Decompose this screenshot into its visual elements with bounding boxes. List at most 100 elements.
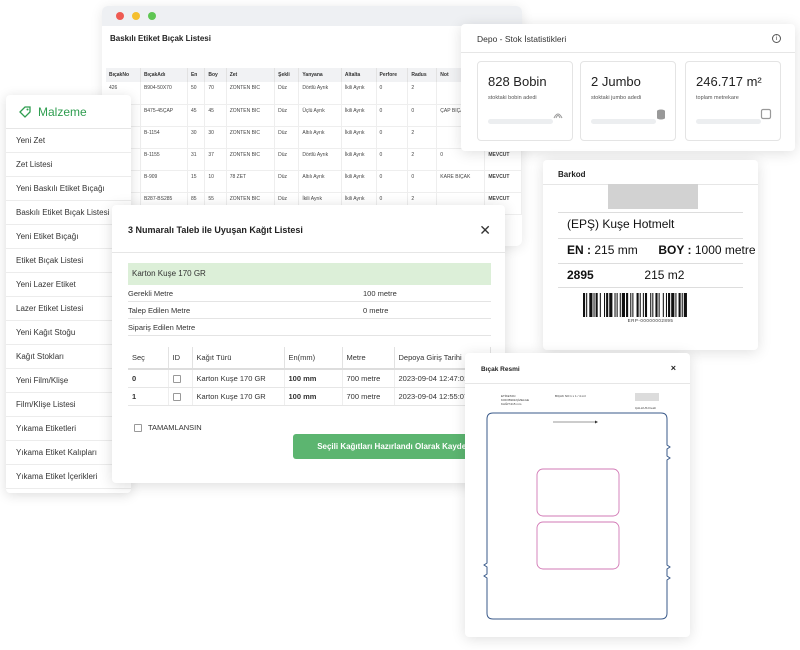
row-checkbox[interactable] — [172, 375, 181, 384]
table-cell: B-1154 — [140, 126, 188, 149]
close-dot-icon[interactable] — [116, 12, 124, 20]
paper-list-modal: 3 Numaralı Taleb ile Uyuşan Kağıt Listes… — [112, 205, 505, 483]
row-checkbox[interactable] — [172, 393, 181, 402]
table-cell: 2 — [407, 82, 438, 105]
row-paper-type: Karton Kuşe 170 GR — [192, 369, 285, 389]
table-row[interactable]: B-909 15 10 78 ZET Düz Altılı Ayrık İkili Ayrı… — [106, 170, 522, 193]
paper-table: Seç ID Kağıt Türü En(mm) Metre Depoya Gi… — [128, 347, 491, 407]
table-cell: ZONTEN BIC — [226, 104, 276, 127]
knife-header-mid: BIÇAK NO:1 x 1 / 4 mil — [555, 394, 586, 398]
table-row[interactable]: 426 B904-50X70 50 70 ZONTEN BIC Düz Dörtlü Ayr… — [106, 82, 522, 105]
table-cell: Düz — [274, 126, 300, 149]
table-cell: 0 — [376, 104, 409, 127]
info-row: Sipariş Edilen Metre — [128, 319, 491, 336]
table-row[interactable]: B-1155 31 37 ZONTEN BIC Düz Dörtlü Ayrık İkili… — [106, 148, 522, 171]
table-row[interactable]: 1 Karton Kuşe 170 GR 100 mm 700 metre 20… — [128, 387, 491, 407]
table-row[interactable]: 0 Karton Kuşe 170 GR 100 mm 700 metre 20… — [128, 369, 491, 389]
square-icon — [760, 108, 772, 120]
minimize-dot-icon[interactable] — [132, 12, 140, 20]
col-header[interactable]: BıçakAdı — [140, 68, 188, 82]
col-header: ID — [168, 347, 193, 370]
info-icon[interactable]: i — [772, 34, 781, 43]
boy-label: BOY : — [658, 243, 692, 257]
table-cell: ZONTEN BIC — [226, 148, 276, 171]
code-line: 2895 215 m2 — [567, 268, 684, 282]
table-cell: 2 — [407, 148, 438, 171]
table-cell: 0 — [376, 82, 409, 105]
row-width: 100 mm — [284, 387, 343, 407]
table-cell: 2 — [407, 126, 438, 149]
stat-bar — [488, 119, 553, 124]
knife-header-left-3: KAĞIT:215 mm — [501, 401, 522, 406]
table-cell: MEVCUT — [484, 148, 522, 171]
table-cell: Üçlü Ayrık — [298, 104, 342, 127]
table-cell: 0 — [407, 104, 438, 127]
col-header[interactable]: Altalta — [341, 68, 377, 82]
table-cell: 30 — [187, 126, 206, 149]
tamamlansin-checkbox[interactable] — [134, 423, 142, 432]
table-cell: ZONTEN BIC — [226, 82, 276, 105]
knife-image-card: Bıçak Resmi × ETİKETAN KOD:B901/ÇİZELGE … — [465, 353, 690, 637]
table-cell: Düz — [274, 82, 300, 105]
knife-title: Bıçak Resmi — [481, 366, 520, 373]
table-cell: Dörtlü Ayrık — [298, 82, 342, 105]
page-title: Baskılı Etiket Bıçak Listesi — [110, 34, 211, 43]
table-cell: 0 — [436, 148, 486, 171]
info-value: 0 metre — [363, 306, 389, 315]
product-name: (EPŞ) Kuşe Hotmelt — [567, 217, 675, 231]
code-value: 2895 — [567, 268, 594, 282]
table-cell: 0 — [376, 170, 409, 193]
table-cell: 45 — [204, 104, 227, 127]
depo-stats-card: Depo - Stok İstatistikleri i 828 Bobin s… — [461, 24, 795, 151]
close-icon[interactable]: × — [671, 363, 676, 373]
col-header[interactable]: En — [187, 68, 206, 82]
col-header: En(mm) — [284, 347, 343, 370]
table-row[interactable]: B475-45ÇAP 45 45 ZONTEN BIC Düz Üçlü Ayrık İki… — [106, 104, 522, 127]
col-header[interactable]: Radus — [407, 68, 438, 82]
stat-value: 246.717 m² — [696, 74, 762, 89]
table-row[interactable]: B-1154 30 30 ZONTEN BIC Düz Altılı Ayrık İkili… — [106, 126, 522, 149]
maximize-dot-icon[interactable] — [148, 12, 156, 20]
sidebar-item[interactable]: Zet Listesi — [6, 153, 131, 177]
table-cell: 0 — [376, 126, 409, 149]
stat-label: stoktaki bobin adedi — [488, 95, 537, 101]
save-selected-button[interactable]: Seçili Kağıtları Hazırlandı Olarak Kayde… — [293, 434, 493, 459]
info-row: Talep Edilen Metre 0 metre — [128, 302, 491, 319]
info-value: 100 metre — [363, 289, 397, 298]
row-metre: 700 metre — [342, 387, 395, 407]
row-width: 100 mm — [284, 369, 343, 389]
barcode-title: Barkod — [558, 170, 586, 179]
tamamlansin-label: TAMAMLANSIN — [148, 423, 202, 432]
close-icon[interactable]: ✕ — [479, 222, 491, 239]
col-header[interactable]: Şekli — [274, 68, 300, 82]
sidebar-item[interactable]: Yeni Zet — [6, 129, 131, 153]
boy-value: 1000 metre — [694, 243, 756, 257]
col-header[interactable]: Boy — [204, 68, 227, 82]
barcode-icon — [583, 293, 687, 317]
table-cell: Düz — [274, 170, 300, 193]
table-cell: 78 ZET — [226, 170, 276, 193]
stat-bar — [696, 119, 761, 124]
table-cell: Altılı Ayrık — [298, 126, 342, 149]
dimensions-line: EN : 215 mm BOY : 1000 metre — [567, 243, 756, 257]
sidebar-item[interactable]: Yeni Baskılı Etiket Bıçağı — [6, 177, 131, 201]
paper-type-banner: Karton Kuşe 170 GR — [128, 263, 491, 285]
table-cell: 15 — [187, 170, 206, 193]
table-cell: B-1155 — [140, 148, 188, 171]
database-icon — [657, 109, 665, 120]
area-value: 215 m2 — [644, 268, 685, 282]
row-checkbox-cell — [168, 369, 193, 389]
table-cell: 37 — [204, 148, 227, 171]
tamamlansin-option[interactable]: TAMAMLANSIN — [134, 423, 202, 432]
col-header[interactable]: Perfore — [376, 68, 409, 82]
table-cell: B-909 — [140, 170, 188, 193]
col-header[interactable]: Yanyana — [298, 68, 342, 82]
stat-card: 246.717 m² toplam metrekare — [685, 61, 781, 141]
barcode-card: Barkod (EPŞ) Kuşe Hotmelt EN : 215 mm BO… — [543, 160, 758, 350]
col-header[interactable]: BıçakNo — [106, 68, 141, 82]
sidebar-title: Malzeme — [38, 104, 87, 119]
stat-label: toplam metrekare — [696, 95, 739, 101]
table-cell: İkili Ayrık — [341, 126, 377, 149]
col-header[interactable]: Zet — [226, 68, 276, 82]
depo-title: Depo - Stok İstatistikleri — [477, 34, 567, 44]
